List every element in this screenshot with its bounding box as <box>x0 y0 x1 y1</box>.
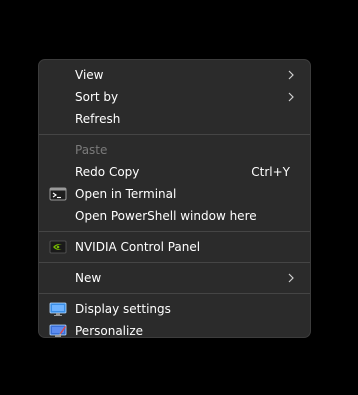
menu-item-new[interactable]: New <box>43 267 306 289</box>
menu-item-paste: Paste <box>43 139 306 161</box>
chevron-right-icon <box>288 273 294 283</box>
menu-item-redo-copy[interactable]: Redo Copy Ctrl+Y <box>43 161 306 183</box>
menu-separator <box>39 262 310 263</box>
chevron-right-icon <box>288 92 294 102</box>
menu-item-sort-by[interactable]: Sort by <box>43 86 306 108</box>
menu-separator <box>39 293 310 294</box>
menu-item-label: Personalize <box>75 324 144 338</box>
menu-separator <box>39 134 310 135</box>
menu-item-label: Open PowerShell window here <box>75 209 257 223</box>
nvidia-icon <box>49 240 67 254</box>
menu-item-label: NVIDIA Control Panel <box>75 240 201 254</box>
desktop-context-menu: View Sort by Refresh Paste Redo Copy Ctr… <box>38 59 311 338</box>
menu-item-label: Redo Copy <box>75 165 140 179</box>
menu-item-view[interactable]: View <box>43 64 306 86</box>
menu-item-shortcut: Ctrl+Y <box>251 165 290 179</box>
menu-item-label: Sort by <box>75 90 119 104</box>
menu-item-refresh[interactable]: Refresh <box>43 108 306 130</box>
chevron-right-icon <box>288 70 294 80</box>
display-icon <box>49 302 67 316</box>
menu-item-label: New <box>75 271 102 285</box>
menu-separator <box>39 231 310 232</box>
menu-item-display-settings[interactable]: Display settings <box>43 298 306 320</box>
menu-item-nvidia-control-panel[interactable]: NVIDIA Control Panel <box>43 236 306 258</box>
personalize-icon <box>49 324 67 337</box>
menu-item-label: Paste <box>75 143 108 157</box>
menu-item-open-in-terminal[interactable]: Open in Terminal <box>43 183 306 205</box>
menu-item-label: Display settings <box>75 302 171 316</box>
menu-item-label: View <box>75 68 104 82</box>
terminal-icon <box>49 187 67 201</box>
menu-item-open-powershell[interactable]: Open PowerShell window here <box>43 205 306 227</box>
menu-item-personalize[interactable]: Personalize <box>43 320 306 342</box>
menu-item-label: Refresh <box>75 112 121 126</box>
menu-item-label: Open in Terminal <box>75 187 177 201</box>
